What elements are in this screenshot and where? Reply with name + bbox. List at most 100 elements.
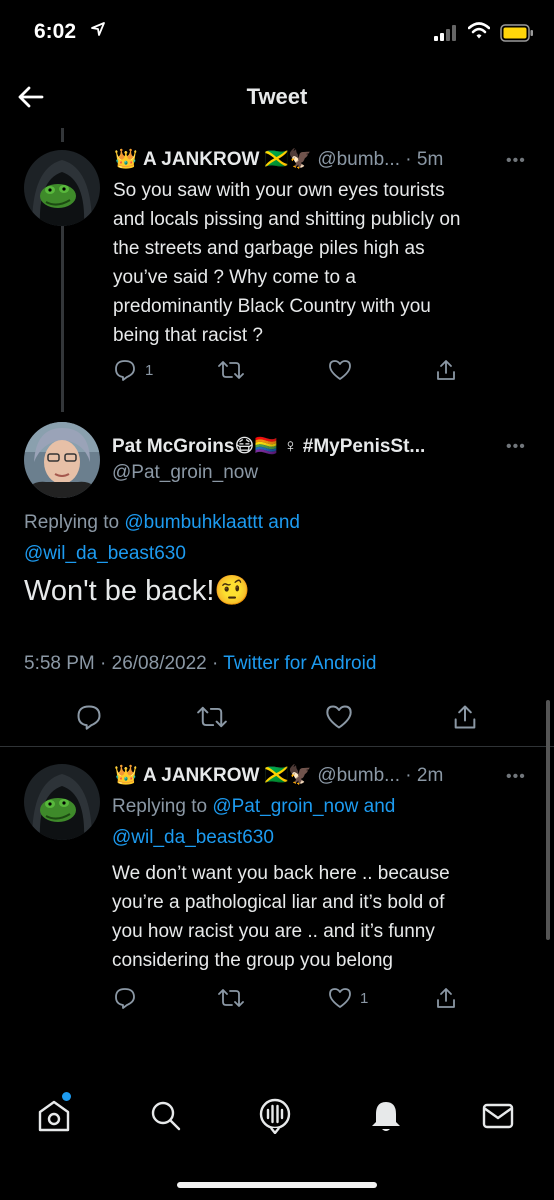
tab-messages[interactable]: [480, 1098, 516, 1139]
share-icon: [437, 988, 455, 1008]
tweet3-like-button[interactable]: 1: [328, 986, 368, 1010]
avatar-ajankrow[interactable]: [24, 764, 100, 840]
main-replying-to: Replying to @bumbuhklaattt and @wil_da_b…: [24, 507, 524, 569]
tweet1-text-line: predominantly Black Country with you: [113, 296, 431, 317]
main-like-button[interactable]: [325, 703, 353, 731]
scroll-indicator[interactable]: [546, 700, 550, 940]
tab-spaces[interactable]: [257, 1096, 293, 1139]
share-icon: [454, 705, 476, 729]
main-reply-button[interactable]: [75, 703, 103, 731]
home-indicator[interactable]: [177, 1182, 377, 1188]
main-tweet-timestamp: 5:58 PM · 26/08/2022 ·: [24, 653, 219, 674]
tweet1-text-line: being that racist ?: [113, 325, 263, 346]
tweet3-text-line: you how racist you are .. and it’s funny: [112, 921, 435, 942]
tweet3-retweet-button[interactable]: [218, 986, 244, 1010]
tweet3-text: We don’t want you back here .. because y…: [112, 859, 542, 975]
tweet3-replying-to: Replying to @Pat_groin_now and @wil_da_b…: [112, 791, 532, 853]
crown-emoji: 👑: [114, 765, 138, 786]
thread-line: [61, 226, 64, 412]
bird-emoji: 🦅: [288, 765, 313, 786]
divider: [0, 746, 554, 747]
replying-to-label: Replying to: [24, 512, 120, 533]
tweet1-header: 👑 A JANKROW 🇯🇲🦅 @bumb... · 5m: [114, 147, 443, 171]
tweet1-text-line: and locals pissing and shitting publicly…: [113, 209, 461, 230]
reply-mention-link[interactable]: @wil_da_beast630: [24, 543, 186, 564]
retweet-icon: [197, 706, 227, 728]
spaces-icon: [259, 1098, 291, 1135]
tweet3-handle[interactable]: @bumb...: [317, 765, 400, 786]
tweet1-text-line: the streets and garbage piles high as: [113, 238, 425, 259]
tweet1-reply-count: 1: [145, 361, 154, 379]
reply-mention-link[interactable]: @bumbuhklaattt: [124, 512, 263, 533]
avatar-ajankrow[interactable]: [24, 150, 100, 226]
home-notification-dot: [62, 1092, 71, 1101]
bird-emoji: 🦅: [288, 149, 313, 170]
tweet1-like-button[interactable]: [328, 358, 352, 382]
reply-mention-link[interactable]: @wil_da_beast630: [112, 827, 274, 848]
avatar-pat-mcgroins[interactable]: [24, 422, 100, 498]
main-retweet-button[interactable]: [197, 703, 227, 731]
reply-and: and: [363, 796, 396, 817]
page-title: Tweet: [246, 84, 308, 109]
wifi-icon: [468, 22, 490, 39]
tweet3-share-button[interactable]: [434, 986, 458, 1010]
main-tweet-more-icon[interactable]: •••: [506, 438, 526, 456]
tab-notifications[interactable]: [368, 1098, 404, 1139]
main-author-handle[interactable]: @Pat_groin_now: [112, 462, 258, 484]
mask-emoji: 😷: [234, 436, 255, 457]
thread-line-top: [61, 128, 64, 142]
tab-search[interactable]: [148, 1098, 184, 1139]
main-author-name[interactable]: Pat McGroins: [112, 436, 234, 457]
reply-icon: [115, 360, 135, 381]
battery-icon: [500, 24, 533, 42]
rainbow-flag-emoji: 🏳️‍🌈: [254, 436, 278, 457]
reply-and: and: [268, 512, 300, 533]
tweet3-like-count: 1: [360, 989, 369, 1007]
reply-icon: [115, 988, 135, 1009]
tweet3-header: 👑 A JANKROW 🇯🇲🦅 @bumb... · 2m: [114, 763, 443, 787]
tweet1-more-icon[interactable]: •••: [506, 152, 526, 170]
tweet1-author-name[interactable]: A JANKROW: [143, 149, 259, 170]
heart-icon: [329, 360, 351, 380]
main-author-name-suffix: ♀ #MyPenisSt...: [283, 436, 426, 457]
main-share-button[interactable]: [451, 703, 479, 731]
tweet3-text-line: We don’t want you back here .. because: [112, 863, 450, 884]
tweet1-time: · 5m: [405, 149, 444, 170]
tweet3-text-line: considering the group you belong: [112, 950, 393, 971]
main-tweet-header: Pat McGroins😷🏳️‍🌈 ♀ #MyPenisSt...: [112, 434, 425, 458]
tweet1-text-line: you’ve said ? Why come to a: [113, 267, 356, 288]
reply-mention-link[interactable]: @Pat_groin_now: [212, 796, 358, 817]
heart-icon: [329, 988, 351, 1008]
tweet1-share-button[interactable]: [434, 358, 458, 382]
tweet3-more-icon[interactable]: •••: [506, 768, 526, 786]
tweet3-reply-button[interactable]: [113, 986, 137, 1010]
reply-icon: [77, 705, 101, 730]
tweet1-handle[interactable]: @bumb...: [317, 149, 400, 170]
location-arrow-icon: [91, 22, 105, 36]
main-tweet-text-row: Won't be back!🤨: [24, 574, 251, 608]
retweet-icon: [218, 989, 244, 1007]
replying-to-label: Replying to: [112, 796, 208, 817]
retweet-icon: [218, 361, 244, 379]
bell-icon: [372, 1102, 400, 1131]
share-icon: [437, 360, 455, 380]
main-tweet-meta: 5:58 PM · 26/08/2022 · Twitter for Andro…: [24, 653, 376, 675]
tweet1-retweet-button[interactable]: [218, 358, 244, 382]
crown-emoji: 👑: [114, 149, 138, 170]
main-tweet-source[interactable]: Twitter for Android: [223, 653, 376, 674]
heart-icon: [326, 705, 352, 729]
search-icon: [151, 1101, 181, 1131]
mail-icon: [482, 1103, 514, 1129]
tweet3-time: · 2m: [405, 765, 444, 786]
main-tweet-text: Won't be back!: [24, 575, 215, 607]
tweet1-text: So you saw with your own eyes tourists a…: [113, 176, 543, 350]
tweet3-text-line: you’re a pathological liar and it’s bold…: [112, 892, 445, 913]
tweet3-author-name[interactable]: A JANKROW: [143, 765, 259, 786]
jamaica-flag-emoji: 🇯🇲: [264, 765, 289, 786]
jamaica-flag-emoji: 🇯🇲: [264, 149, 289, 170]
tweet1-reply-button[interactable]: 1: [113, 358, 153, 382]
status-time: 6:02: [34, 20, 77, 43]
tab-home[interactable]: [36, 1092, 76, 1138]
raised-eyebrow-emoji: 🤨: [214, 575, 251, 607]
cellular-signal-icon: [434, 25, 456, 41]
